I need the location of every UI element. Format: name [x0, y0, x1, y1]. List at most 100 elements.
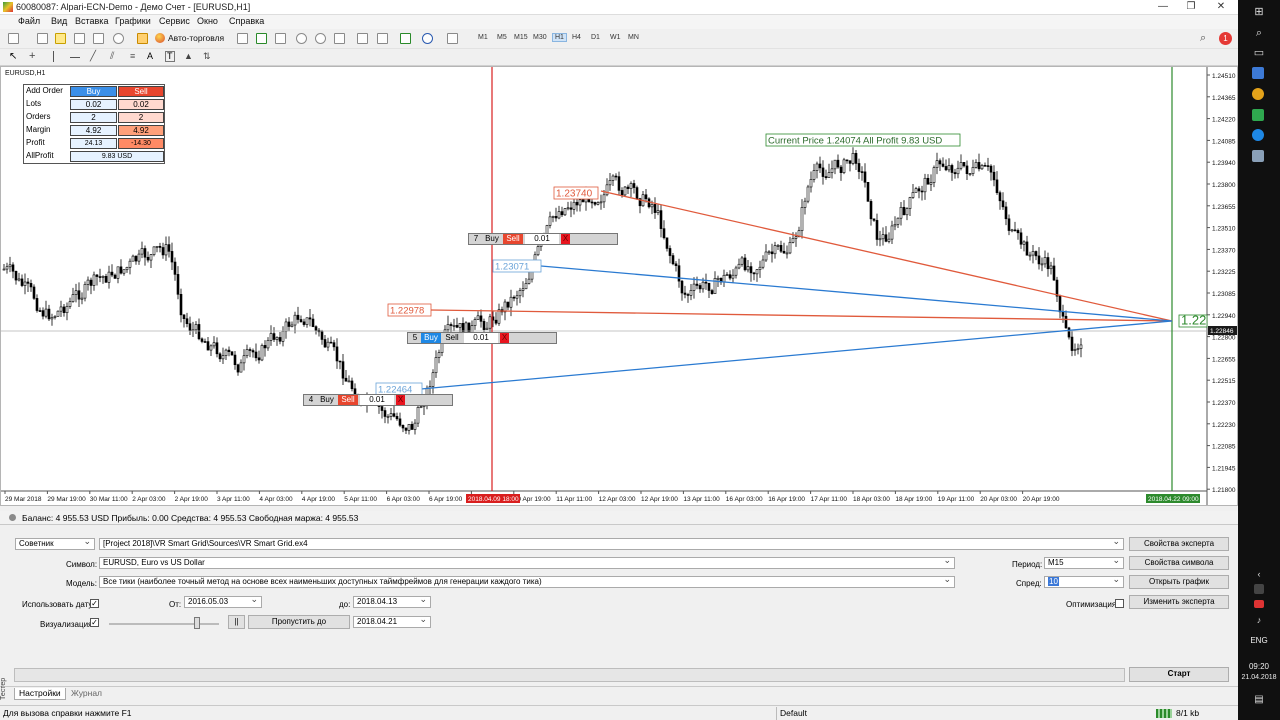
grid4-buy-button[interactable]: Buy — [317, 395, 337, 405]
navigator-icon[interactable] — [93, 33, 104, 44]
expert-properties-button[interactable]: Свойства эксперта — [1129, 537, 1229, 551]
line-chart-icon[interactable] — [275, 33, 286, 44]
symbol-select[interactable]: EURUSD, Euro vs US Dollar — [99, 557, 955, 569]
tf-mn[interactable]: MN — [628, 34, 639, 41]
tf-h1[interactable]: H1 — [552, 33, 567, 42]
modify-expert-button[interactable]: Изменить эксперта — [1129, 595, 1229, 609]
grid5-lot-input[interactable]: 0.01 — [464, 333, 498, 343]
crosshair-icon[interactable]: + — [29, 50, 35, 62]
tf-m30[interactable]: M30 — [533, 34, 547, 41]
tray-date[interactable]: 21.04.2018 — [1238, 674, 1280, 681]
candle-chart-icon[interactable] — [256, 33, 267, 44]
text-label-tool-icon[interactable]: T — [165, 51, 175, 62]
new-chart-icon[interactable] — [8, 33, 19, 44]
grid7-sell-button[interactable]: Sell — [503, 234, 523, 244]
tile-windows-icon[interactable] — [334, 33, 345, 44]
taskbar-search-icon[interactable]: ⌕ — [1251, 26, 1267, 40]
menu-file[interactable]: Файл — [18, 16, 40, 26]
model-select[interactable]: Все тики (наиболее точный метод на основ… — [99, 576, 955, 588]
folder-icon[interactable] — [55, 33, 66, 44]
taskbar-app-4-icon[interactable] — [1252, 129, 1264, 141]
vertical-line-icon[interactable] — [53, 51, 54, 62]
menu-tools[interactable]: Сервис — [159, 16, 190, 26]
tf-h4[interactable]: H4 — [572, 34, 581, 41]
tray-time[interactable]: 09:20 — [1238, 662, 1280, 671]
grid4-sell-button[interactable]: Sell — [338, 395, 358, 405]
spread-select[interactable]: 10 — [1044, 576, 1124, 588]
bar-chart-icon[interactable] — [237, 33, 248, 44]
action-center-icon[interactable]: ▤ — [1251, 693, 1267, 707]
horizontal-line-icon[interactable] — [70, 57, 80, 58]
speed-slider-handle[interactable] — [194, 617, 200, 629]
taskbar-terminal-icon[interactable] — [1252, 150, 1264, 162]
text-tool-icon[interactable]: A — [147, 51, 153, 61]
expert-path-select[interactable]: [Project 2018]\VR Smart Grid\Sources\VR … — [99, 538, 1124, 550]
tab-journal[interactable]: Журнал — [67, 688, 106, 700]
pause-button[interactable]: || — [228, 615, 245, 629]
fibonacci-icon[interactable]: ≡ — [130, 51, 135, 61]
tab-settings[interactable]: Настройки — [14, 688, 66, 700]
minimize-button[interactable]: — — [1148, 0, 1178, 15]
close-button[interactable]: ✕ — [1206, 0, 1236, 15]
tester-side-label[interactable]: Тестер — [0, 670, 10, 700]
menu-insert[interactable]: Вставка — [75, 16, 108, 26]
trendline-icon[interactable]: ╱ — [90, 51, 96, 62]
terminal-icon[interactable] — [113, 33, 124, 44]
menu-window[interactable]: Окно — [197, 16, 218, 26]
search-icon[interactable]: ⌕ — [1200, 32, 1206, 45]
tray-expand-icon[interactable]: ‹ — [1251, 567, 1267, 581]
use-date-checkbox[interactable]: ✓ — [90, 599, 99, 608]
grid5-sell-button[interactable]: Sell — [442, 333, 462, 343]
tray-icon-2[interactable] — [1254, 600, 1264, 608]
op-lots-sell[interactable]: 0.02 — [118, 99, 164, 110]
taskbar-chrome-icon[interactable] — [1252, 88, 1264, 100]
tf-m1[interactable]: M1 — [478, 34, 488, 41]
tf-m5[interactable]: M5 — [497, 34, 507, 41]
tester-type-select[interactable]: Советник — [15, 538, 95, 550]
grid5-buy-button[interactable]: Buy — [421, 333, 441, 343]
grid7-lot-input[interactable]: 0.01 — [525, 234, 559, 244]
to-date-input[interactable]: 2018.04.13 — [353, 596, 431, 608]
restore-button[interactable]: ❐ — [1176, 0, 1206, 15]
taskbar-app-1-icon[interactable] — [1252, 67, 1264, 79]
op-sell-button[interactable]: Sell — [118, 86, 164, 97]
tray-icon-1[interactable] — [1254, 584, 1264, 594]
skip-to-date-input[interactable]: 2018.04.21 — [353, 616, 431, 628]
grid5-close-button[interactable]: X — [500, 333, 509, 343]
zoom-out-icon[interactable] — [315, 33, 326, 44]
tray-volume-icon[interactable]: ♪ — [1251, 613, 1267, 627]
chart-shift-icon[interactable] — [377, 33, 388, 44]
price-chart[interactable]: 1.24510 1.24365 1.24220 1.24085 1.23940 1.238… — [0, 66, 1238, 506]
profiles-icon[interactable] — [37, 33, 48, 44]
autoscroll-icon[interactable] — [357, 33, 368, 44]
op-buy-button[interactable]: Buy — [70, 86, 117, 97]
chart-canvas[interactable]: 1.24510 1.24365 1.24220 1.24085 1.23940 1.238… — [1, 67, 1237, 505]
op-lots-buy[interactable]: 0.02 — [70, 99, 117, 110]
open-chart-button[interactable]: Открыть график — [1129, 575, 1229, 589]
task-view-icon[interactable]: ▭ — [1251, 46, 1267, 60]
zoom-in-icon[interactable] — [296, 33, 307, 44]
taskbar-app-3-icon[interactable] — [1252, 109, 1264, 121]
cursor-icon[interactable]: ↖ — [9, 51, 17, 62]
period-select[interactable]: M15 — [1044, 557, 1124, 569]
visualization-checkbox[interactable]: ✓ — [90, 618, 99, 627]
indicators-icon[interactable] — [400, 33, 411, 44]
templates-icon[interactable] — [447, 33, 458, 44]
notification-badge[interactable]: 1 — [1219, 32, 1232, 45]
grid4-close-button[interactable]: X — [396, 395, 405, 405]
autotrade-button[interactable]: Авто-торговля — [155, 32, 224, 45]
arrow-sign-icon[interactable]: ▲ — [184, 51, 193, 61]
speed-slider-track[interactable] — [109, 623, 219, 625]
grid7-buy-button[interactable]: Buy — [482, 234, 502, 244]
symbol-properties-button[interactable]: Свойства символа — [1129, 556, 1229, 570]
tray-language[interactable]: ENG — [1238, 636, 1280, 645]
tf-m15[interactable]: M15 — [514, 34, 528, 41]
tf-w1[interactable]: W1 — [610, 34, 621, 41]
menu-view[interactable]: Вид — [51, 16, 67, 26]
skip-to-button[interactable]: Пропустить до — [248, 615, 350, 629]
start-button[interactable]: Старт — [1129, 667, 1229, 682]
channel-icon[interactable]: ⫽ — [110, 51, 114, 62]
windows-start-icon[interactable]: ⊞ — [1251, 5, 1267, 19]
grid7-close-button[interactable]: X — [561, 234, 570, 244]
menu-help[interactable]: Справка — [229, 16, 264, 26]
